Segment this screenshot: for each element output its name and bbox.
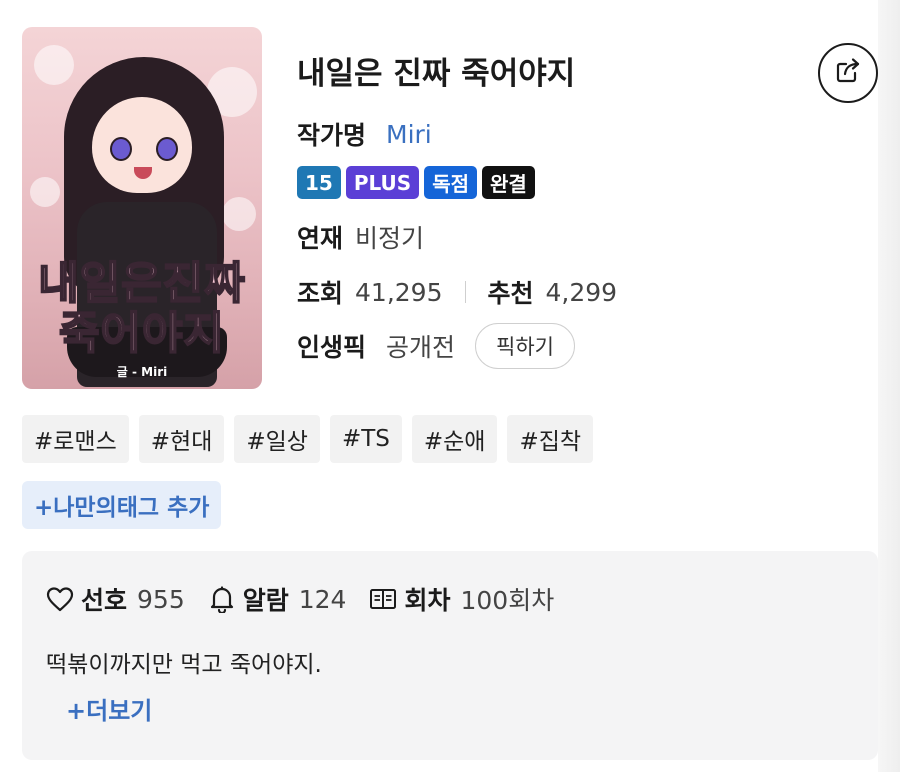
stats-row: 조회 41,295 추천 4,299 — [297, 274, 617, 310]
info-panel: 선호 955 알람 124 회차 100회차 떡볶이까지만 먹고 죽어야지. +… — [22, 551, 878, 760]
alarm-count: 124 — [298, 584, 347, 614]
stats-divider — [464, 281, 466, 303]
alarm-metric[interactable]: 알람 124 — [207, 581, 347, 617]
pick-label: 인생픽 — [297, 333, 367, 362]
completed-badge: 완결 — [482, 166, 535, 199]
tag-item[interactable]: #현대 — [138, 415, 225, 463]
tag-item[interactable]: #순애 — [411, 415, 498, 463]
exclusive-badge: 독점 — [424, 166, 477, 199]
tag-item[interactable]: #로맨스 — [22, 415, 129, 463]
cover-title-art: 내일은진짜 죽어야지 — [37, 258, 246, 360]
episodes-label: 회차 — [404, 586, 451, 615]
alarm-label: 알람 — [242, 586, 289, 615]
episodes-metric: 회차 100회차 — [368, 581, 554, 617]
bell-icon — [207, 584, 237, 614]
author-row: 작가명 Miri — [297, 116, 432, 152]
recommend-count: 4,299 — [545, 277, 618, 307]
share-button[interactable] — [818, 43, 878, 103]
badge-list: 15 PLUS 독점 완결 — [297, 166, 535, 199]
views-count: 41,295 — [355, 277, 443, 307]
add-my-tag-button[interactable]: +나만의태그 추가 — [22, 481, 222, 529]
pick-status: 공개전 — [386, 333, 456, 362]
favorite-label: 선호 — [81, 586, 128, 615]
author-label: 작가명 — [297, 121, 367, 150]
favorite-count: 955 — [137, 584, 185, 614]
scroll-edge — [878, 0, 900, 772]
views-label: 조회 — [297, 279, 344, 308]
serial-label: 연재 — [297, 224, 344, 253]
metrics-row: 선호 955 알람 124 회차 100회차 — [45, 581, 576, 617]
more-button[interactable]: +더보기 — [66, 691, 152, 726]
tag-item[interactable]: #집착 — [507, 415, 594, 463]
tag-item[interactable]: #일상 — [234, 415, 320, 463]
serial-value: 비정기 — [355, 224, 425, 253]
recommend-label: 추천 — [487, 279, 534, 308]
author-name-link[interactable]: Miri — [386, 120, 432, 149]
book-icon — [368, 584, 398, 614]
plus-badge: PLUS — [345, 166, 420, 199]
heart-icon — [45, 584, 75, 614]
serial-row: 연재 비정기 — [297, 219, 424, 255]
novel-title: 내일은 진짜 죽어야지 — [297, 56, 576, 92]
tag-list: #로맨스 #현대 #일상 #TS #순애 #집착 — [22, 415, 594, 463]
share-icon — [833, 56, 863, 90]
synopsis-text: 떡볶이까지만 먹고 죽어야지. — [46, 652, 322, 678]
age-rating-badge: 15 — [297, 166, 341, 199]
tag-item[interactable]: #TS — [329, 415, 402, 463]
pick-button[interactable]: 픽하기 — [475, 323, 575, 369]
favorite-metric[interactable]: 선호 955 — [45, 581, 185, 617]
pick-row: 인생픽 공개전 픽하기 — [297, 323, 575, 369]
novel-detail-page: 내일은진짜 죽어야지 글 - Miri 내일은 진짜 죽어야지 작가명 Miri… — [0, 0, 900, 772]
cover-image[interactable]: 내일은진짜 죽어야지 글 - Miri — [22, 27, 262, 389]
episodes-count: 100회차 — [460, 586, 555, 615]
cover-credit: 글 - Miri — [116, 365, 168, 379]
